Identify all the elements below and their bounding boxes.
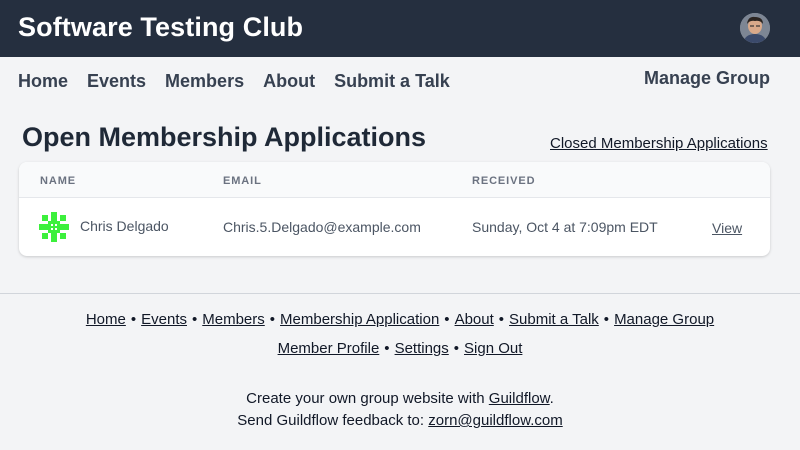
footer-separator: • xyxy=(191,311,198,328)
column-header-name: NAME xyxy=(40,175,76,187)
footer-link-submit-talk[interactable]: Submit a Talk xyxy=(509,311,599,328)
footer-separator: • xyxy=(603,311,610,328)
footer-links-primary: Home • Events • Members • Membership Applicati… xyxy=(0,311,800,328)
table-row: Chris Delgado Chris.5.Delgado@example.co… xyxy=(19,199,770,256)
nav-home[interactable]: Home xyxy=(18,71,68,95)
nav-events[interactable]: Events xyxy=(87,71,146,95)
table-header: NAME EMAIL RECEIVED xyxy=(19,162,770,198)
applicant-email: Chris.5.Delgado@example.com xyxy=(223,219,421,235)
footer-separator: • xyxy=(453,340,460,357)
footer-create-line: Create your own group website with Guild… xyxy=(0,390,800,407)
footer-link-members[interactable]: Members xyxy=(202,311,265,328)
footer-separator: • xyxy=(269,311,276,328)
footer-link-sign-out[interactable]: Sign Out xyxy=(464,340,522,357)
footer-link-member-profile[interactable]: Member Profile xyxy=(278,340,380,357)
user-avatar-icon[interactable] xyxy=(740,13,770,43)
feedback-email-link[interactable]: zorn@guildflow.com xyxy=(428,412,562,429)
top-bar: Software Testing Club xyxy=(0,0,800,57)
footer-separator: • xyxy=(384,340,390,357)
page-title: Open Membership Applications xyxy=(22,122,427,152)
footer-link-settings[interactable]: Settings xyxy=(395,340,449,357)
footer-link-membership-application[interactable]: Membership Application xyxy=(280,311,439,328)
main-nav: Home Events Members About Submit a Talk xyxy=(18,71,450,95)
received-date: Sunday, Oct 4 at 7:09pm EDT xyxy=(472,219,658,235)
nav-about[interactable]: About xyxy=(263,71,315,95)
footer-separator: • xyxy=(444,311,450,328)
footer-create-text: Create your own group website with xyxy=(246,390,485,407)
identicon-icon xyxy=(39,212,69,242)
footer-separator: • xyxy=(498,311,505,328)
footer-feedback-line: Send Guildflow feedback to: zorn@guildfl… xyxy=(0,412,800,429)
footer-link-events[interactable]: Events xyxy=(141,311,187,328)
applications-table: NAME EMAIL RECEIVED Chris Delgado Chris.… xyxy=(19,162,770,256)
footer-feedback-text: Send Guildflow feedback to: xyxy=(237,412,425,429)
column-header-email: EMAIL xyxy=(223,175,262,187)
nav-submit-talk[interactable]: Submit a Talk xyxy=(334,71,450,95)
footer-link-about[interactable]: About xyxy=(455,311,494,328)
column-header-received: RECEIVED xyxy=(472,175,536,187)
applicant-name: Chris Delgado xyxy=(80,218,169,234)
view-application-link[interactable]: View xyxy=(712,220,742,236)
manage-group-link[interactable]: Manage Group xyxy=(644,68,770,89)
site-title[interactable]: Software Testing Club xyxy=(18,12,303,43)
footer-link-home[interactable]: Home xyxy=(86,311,126,328)
footer-divider xyxy=(0,293,800,294)
nav-members[interactable]: Members xyxy=(165,71,244,95)
closed-applications-link[interactable]: Closed Membership Applications xyxy=(550,135,768,152)
footer-create-suffix: . xyxy=(549,390,554,407)
footer-link-manage-group[interactable]: Manage Group xyxy=(614,311,714,328)
footer-links-secondary: Member Profile • Settings • Sign Out xyxy=(0,340,800,357)
guildflow-link[interactable]: Guildflow xyxy=(489,390,550,407)
footer-separator: • xyxy=(130,311,137,328)
